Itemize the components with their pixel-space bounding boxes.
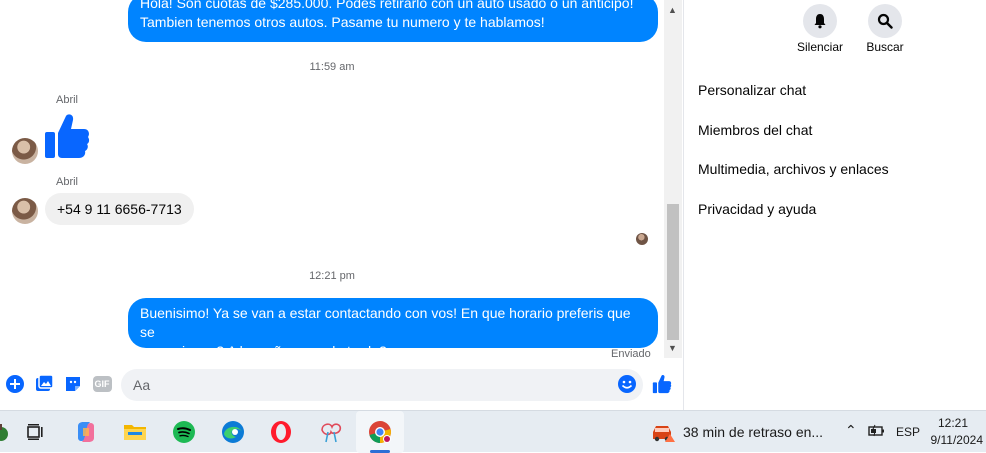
avatar[interactable] <box>12 138 38 164</box>
message-input[interactable] <box>121 369 643 401</box>
thumbs-up-icon <box>652 374 672 394</box>
search-label: Buscar <box>866 40 904 54</box>
message-text: Hola! Son cuotas de $285.000. Podes reti… <box>140 0 634 11</box>
add-attachment-button[interactable] <box>4 373 26 395</box>
scrollbar-thumb[interactable] <box>667 204 679 340</box>
attach-image-button[interactable] <box>33 373 55 395</box>
message-text: +54 9 11 6656-7713 <box>57 201 182 217</box>
message-bubble-incoming[interactable]: +54 9 11 6656-7713 <box>45 193 194 225</box>
sticker-icon <box>66 377 80 391</box>
menu-item-privacy-help[interactable]: Privacidad y ayuda <box>698 201 816 217</box>
app-icon[interactable] <box>318 419 344 445</box>
search-button[interactable] <box>868 4 902 38</box>
widgets-icon[interactable] <box>0 419 14 445</box>
timestamp: 12:21 pm <box>309 270 355 282</box>
chat-info-panel: Silenciar Buscar Personalizar chat Miemb… <box>684 0 986 410</box>
message-text: comuniquen? A la mañana o a la tarde? <box>140 343 387 359</box>
scroll-up-arrow-icon[interactable]: ▲ <box>668 5 677 15</box>
clock-date[interactable]: 9/11/2024 <box>913 433 984 447</box>
mute-label: Silenciar <box>796 40 844 54</box>
send-like-button[interactable] <box>651 373 673 395</box>
sender-name: Abril <box>56 176 79 188</box>
avatar[interactable] <box>12 198 38 224</box>
file-explorer-icon[interactable] <box>122 419 148 445</box>
chrome-icon[interactable] <box>367 419 393 445</box>
scrollbar[interactable]: ▲ ▼ <box>664 0 682 358</box>
battery-icon[interactable] <box>868 424 886 443</box>
scroll-down-arrow-icon[interactable]: ▼ <box>668 343 677 353</box>
message-bubble-outgoing[interactable]: Buenisimo! Ya se van a estar contactando… <box>128 298 658 359</box>
image-icon <box>36 374 54 391</box>
gif-icon: GIF <box>92 376 112 392</box>
chat-pane: Hola! Son cuotas de $285.000. Podes reti… <box>0 0 683 410</box>
taskbar: 38 min de retraso en... ⌃ ESP 12:21 9/11… <box>0 410 986 453</box>
traffic-notification-icon[interactable] <box>650 419 676 445</box>
message-text: Tambien tenemos otros autos. Pasame tu n… <box>140 14 545 30</box>
message-bubble-outgoing[interactable]: Hola! Son cuotas de $285.000. Podes reti… <box>128 0 658 42</box>
message-status: Enviado <box>611 348 651 360</box>
gif-button[interactable]: GIF <box>91 373 113 395</box>
notification-text[interactable]: 38 min de retraso en... <box>683 424 823 440</box>
edge-icon[interactable] <box>220 419 246 445</box>
menu-item-customize-chat[interactable]: Personalizar chat <box>698 82 806 98</box>
message-text: Buenisimo! Ya se van a estar contactando… <box>140 305 631 340</box>
copilot-icon[interactable] <box>73 419 99 445</box>
thumbs-up-icon <box>45 114 90 158</box>
seen-avatar <box>636 233 648 245</box>
show-hidden-icons-icon[interactable]: ⌃ <box>845 422 857 439</box>
sender-name: Abril <box>56 94 79 106</box>
mute-button[interactable] <box>803 4 837 38</box>
emoji-icon <box>618 375 636 393</box>
spotify-icon[interactable] <box>171 419 197 445</box>
message-composer: GIF <box>0 362 683 408</box>
opera-icon[interactable] <box>268 419 294 445</box>
search-icon <box>877 13 893 29</box>
task-view-icon[interactable] <box>22 419 48 445</box>
plus-circle-icon <box>6 375 24 393</box>
clock-time[interactable]: 12:21 <box>898 416 968 430</box>
timestamp: 11:59 am <box>309 61 355 73</box>
emoji-button[interactable] <box>616 373 638 395</box>
menu-item-chat-members[interactable]: Miembros del chat <box>698 122 812 138</box>
thumbs-up-message[interactable] <box>44 112 90 165</box>
menu-item-media-files-links[interactable]: Multimedia, archivos y enlaces <box>698 161 889 177</box>
sticker-button[interactable] <box>62 373 84 395</box>
bell-icon <box>814 14 826 29</box>
